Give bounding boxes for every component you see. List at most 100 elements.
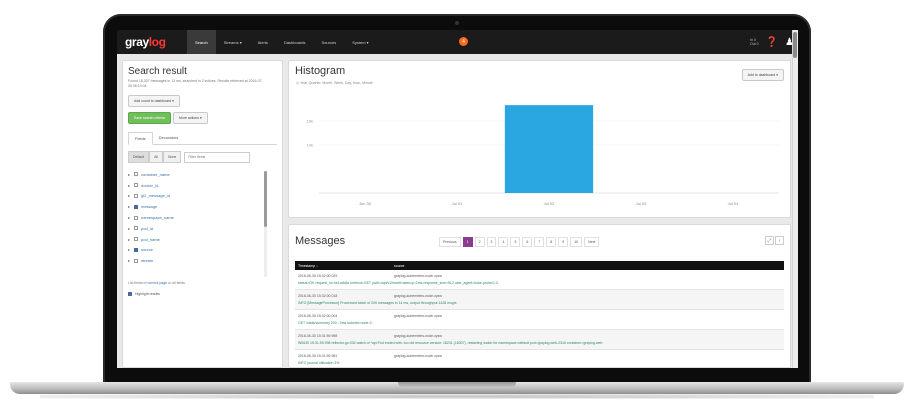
nav-item-system[interactable]: System ▾ (344, 30, 376, 54)
field-item[interactable]: ▸ source (128, 245, 277, 256)
field-item[interactable]: ▸ namespace_name (128, 212, 277, 223)
help-icon[interactable]: ❓ (766, 37, 778, 48)
filter-none-button[interactable]: None (162, 151, 182, 163)
page-scrollbar[interactable] (792, 30, 798, 368)
field-checkbox[interactable] (134, 183, 138, 188)
pager-page[interactable]: 5 (510, 237, 521, 247)
expand-icon[interactable]: ⤢ (765, 236, 774, 245)
caret-right-icon[interactable]: ▸ (128, 172, 133, 177)
field-name[interactable]: pod_id (141, 226, 153, 231)
field-item[interactable]: ▸ docker_id (128, 180, 277, 191)
row-source[interactable]: graylog-kubernetes-node-xyzw (394, 354, 442, 358)
table-row[interactable]: 2016-06-30 15:32:00.004 graylog-kubernete… (295, 310, 784, 330)
field-name[interactable]: pod_name (141, 237, 160, 242)
field-checkbox[interactable] (134, 226, 138, 231)
field-name[interactable]: gl2_message_id (141, 193, 170, 198)
field-item[interactable]: ▸ gl2_message_id (128, 191, 277, 202)
row-source[interactable]: graylog-kubernetes-node-xyzw (394, 334, 442, 338)
row-meta: 2016-06-30 15:31:59.998 graylog-kubernete… (298, 334, 781, 338)
row-source[interactable]: graylog-kubernetes-node-xyzw (394, 294, 442, 298)
field-checkbox[interactable] (134, 258, 138, 263)
histogram-resolution-selector[interactable]: ◷ Year, Quarter, Month, Week, Day, Hour,… (296, 81, 373, 85)
field-checkbox[interactable] (134, 193, 138, 198)
pager-page[interactable]: 6 (522, 237, 533, 247)
pager-page[interactable]: 2 (474, 237, 485, 247)
graylog-logo[interactable]: graylog (125, 35, 166, 49)
field-name[interactable]: stream (141, 258, 153, 263)
column-timestamp[interactable]: Timestamp ↓ (298, 264, 394, 268)
screen: graylog Search Streams ▾ Alerts Dashboar… (117, 30, 798, 368)
field-item[interactable]: ▸ container_name (128, 169, 277, 180)
field-name[interactable]: namespace_name (141, 215, 174, 220)
caret-right-icon[interactable]: ▸ (128, 215, 133, 220)
field-checkbox[interactable] (134, 215, 138, 220)
pager-page[interactable]: 7 (534, 237, 545, 247)
nav-item-alerts[interactable]: Alerts (250, 30, 276, 54)
field-list-scroll-thumb[interactable] (264, 171, 267, 227)
filter-all-button[interactable]: All (149, 151, 163, 163)
field-checkbox[interactable] (134, 247, 138, 252)
pager-page[interactable]: 3 (486, 237, 497, 247)
field-list-scrollbar[interactable] (264, 171, 267, 277)
result-summary: Found 18,307 messages in 13 ms, searched… (128, 79, 263, 88)
pager-next[interactable]: Next (584, 237, 600, 247)
table-row[interactable]: 2016-06-30 15:32:00.018 graylog-kubernete… (295, 290, 784, 310)
row-source[interactable]: graylog-kubernetes-node-xyzw (394, 314, 442, 318)
column-source[interactable]: source (394, 264, 405, 268)
save-search-button[interactable]: Save search criteria (128, 112, 171, 124)
x-tick-label: Jun 30 (359, 201, 372, 206)
table-row[interactable]: 2016-06-30 15:32:00.029 graylog-kubernete… (295, 270, 784, 290)
field-checkbox[interactable] (134, 237, 138, 242)
chevron-right-icon[interactable]: › (775, 236, 784, 245)
highlight-results-row[interactable]: Highlight results (128, 292, 277, 296)
pager-page[interactable]: 1 (462, 237, 473, 247)
caret-right-icon[interactable]: ▸ (128, 258, 133, 263)
field-item[interactable]: ▸ stream (128, 255, 277, 266)
pager-page[interactable]: 10 (570, 237, 583, 247)
nav-item-streams[interactable]: Streams ▾ (216, 30, 250, 54)
caret-right-icon[interactable]: ▸ (128, 193, 133, 198)
pager-previous[interactable]: Previous (439, 237, 461, 247)
histogram-chart[interactable]: 15k 10k Jun 30 Jul 01 Jul 02 Jul 03 Jul 04 (289, 89, 790, 213)
highlight-checkbox[interactable] (128, 292, 132, 296)
field-item[interactable]: ▸ pod_name (128, 234, 277, 245)
field-checkbox[interactable] (134, 172, 138, 177)
field-name[interactable]: container_name (141, 172, 170, 177)
tab-fields[interactable]: Fields (128, 132, 153, 145)
field-name[interactable]: docker_id (141, 183, 158, 188)
filter-default-button[interactable]: Default (128, 151, 150, 163)
pager-page[interactable]: 9 (558, 237, 569, 247)
caret-right-icon[interactable]: ▸ (128, 183, 133, 188)
page-scroll-thumb[interactable] (793, 32, 797, 58)
row-message: W0630 15:31:59.998 reflector.go:334 watc… (298, 341, 603, 345)
filter-fields-input[interactable] (184, 151, 251, 163)
caret-right-icon[interactable]: ▸ (128, 204, 133, 209)
field-list-footer: List fields of current page or all field… (128, 281, 277, 285)
field-item[interactable]: ▸ message (128, 201, 277, 212)
tab-decorators[interactable]: Decorators (153, 132, 185, 144)
add-count-to-dashboard-button[interactable]: Add count to dashboard ▾ (128, 95, 180, 107)
row-source[interactable]: graylog-kubernetes-node-xyzw (394, 274, 442, 278)
caret-right-icon[interactable]: ▸ (128, 226, 133, 231)
field-checkbox[interactable] (134, 204, 138, 209)
pager-page[interactable]: 4 (498, 237, 509, 247)
pager-page[interactable]: 8 (546, 237, 557, 247)
more-actions-button[interactable]: More actions ▾ (172, 112, 208, 124)
row-timestamp: 2016-06-30 15:32:00.029 (298, 274, 338, 278)
caret-right-icon[interactable]: ▸ (128, 247, 133, 252)
caret-right-icon[interactable]: ▸ (128, 237, 133, 242)
table-row[interactable]: 2016-06-30 15:31:59.998 graylog-kubernete… (295, 330, 784, 350)
nav-item-sources[interactable]: Sources (314, 30, 345, 54)
histogram-bar[interactable] (504, 105, 594, 193)
field-name[interactable]: message (141, 204, 157, 209)
current-page-link[interactable]: current page (147, 281, 167, 285)
nav-item-search[interactable]: Search (187, 30, 216, 54)
table-row[interactable]: 2016-06-30 15:31:59.981 graylog-kubernete… (295, 350, 784, 367)
histogram-add-to-dashboard-button[interactable]: Add to dashboard ▾ (741, 69, 784, 81)
resolution-options[interactable]: Year, Quarter, Month, Week, Day, Hour, M… (300, 81, 373, 85)
field-name[interactable]: source (141, 247, 153, 252)
messages-table: Timestamp ↓ source 2016-06-30 15:32:00.0… (295, 261, 784, 367)
field-item[interactable]: ▸ pod_id (128, 223, 277, 234)
notification-badge[interactable]: 4 (459, 37, 468, 46)
nav-item-dashboards[interactable]: Dashboards (276, 30, 314, 54)
